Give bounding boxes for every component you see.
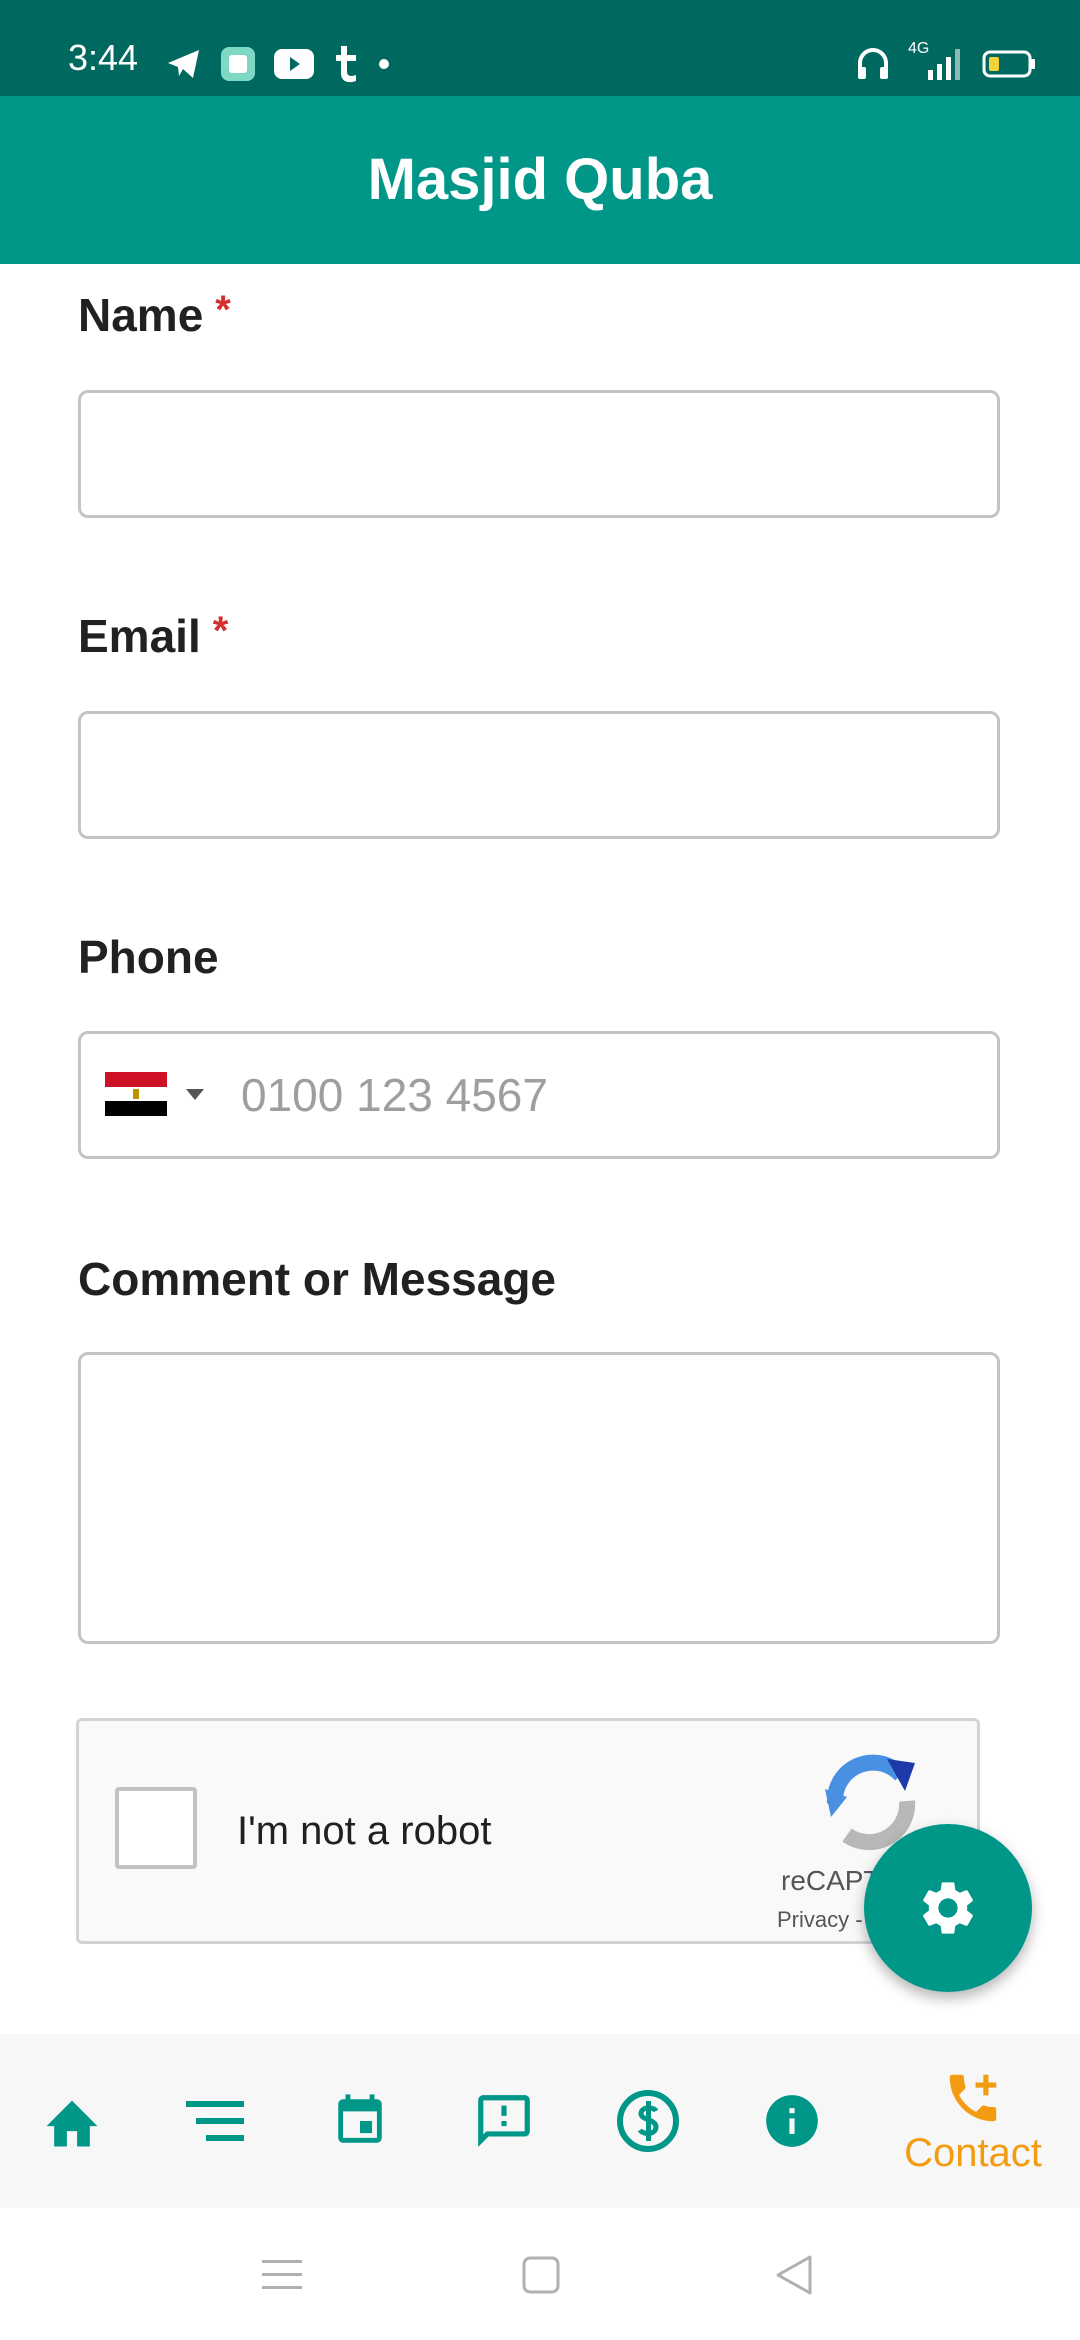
nav-item-calendar[interactable] <box>320 2034 400 2208</box>
system-nav-bar <box>0 2208 1080 2340</box>
recaptcha-label: I'm not a robot <box>237 1809 492 1853</box>
bottom-nav: Contact <box>0 2034 1080 2208</box>
chevron-down-icon[interactable] <box>185 1088 205 1102</box>
nav-item-feedback[interactable] <box>464 2034 544 2208</box>
name-label: Name * <box>78 288 231 342</box>
required-marker: * <box>212 609 229 653</box>
nav-item-contact-label: Contact <box>904 2130 1042 2175</box>
home-icon <box>46 2100 98 2147</box>
name-label-text: Name <box>78 289 204 341</box>
list-icon <box>186 2101 244 2141</box>
app-icon <box>221 47 255 81</box>
home-square-icon[interactable] <box>522 2256 560 2294</box>
battery-icon <box>982 50 1035 78</box>
nav-item-list[interactable] <box>176 2034 256 2208</box>
nav-item-contact[interactable]: Contact <box>890 2034 1056 2208</box>
menu-icon[interactable] <box>262 2258 302 2292</box>
email-label-text: Email <box>78 610 201 662</box>
dot-icon <box>379 59 389 69</box>
gear-icon <box>923 1882 973 1934</box>
signal-icon: 4G <box>908 40 964 82</box>
status-time: 3:44 <box>68 37 139 78</box>
nav-item-home[interactable] <box>32 2034 112 2208</box>
phone-label: Phone <box>78 931 219 983</box>
nav-item-donate[interactable] <box>608 2034 688 2208</box>
phone-field <box>78 1031 1000 1159</box>
feedback-icon <box>478 2095 530 2147</box>
calendar-icon <box>338 2094 382 2143</box>
add-call-icon <box>949 2074 997 2121</box>
donate-icon <box>617 2090 679 2152</box>
status-bar: 3:44 4G <box>0 0 1080 96</box>
info-icon <box>766 2095 818 2147</box>
message-label: Comment or Message <box>78 1253 557 1305</box>
nav-item-info[interactable] <box>752 2034 832 2208</box>
recaptcha-checkbox[interactable] <box>115 1787 197 1869</box>
recaptcha-privacy-link[interactable]: Privacy - <box>777 1907 863 1933</box>
name-input[interactable] <box>78 390 1000 518</box>
email-input[interactable] <box>78 711 1000 839</box>
settings-fab[interactable] <box>864 1824 1032 1992</box>
phone-input[interactable] <box>239 1058 963 1132</box>
required-marker: * <box>215 288 231 332</box>
youtube-icon <box>274 49 314 79</box>
recaptcha-widget: I'm not a robot reCAPT Privacy - <box>76 1718 980 1944</box>
page-title: Masjid Quba <box>367 147 713 212</box>
app-bar: Masjid Quba <box>0 96 1080 264</box>
headset-icon <box>858 48 888 79</box>
back-icon[interactable] <box>774 2254 814 2296</box>
status-icons-left <box>166 44 390 84</box>
telegram-icon <box>168 50 199 78</box>
email-label: Email * <box>78 609 228 663</box>
egypt-flag-icon[interactable] <box>105 1072 167 1116</box>
message-textarea[interactable] <box>78 1352 1000 1644</box>
tumblr-icon <box>336 46 356 83</box>
status-icons-right: 4G <box>856 40 1036 82</box>
